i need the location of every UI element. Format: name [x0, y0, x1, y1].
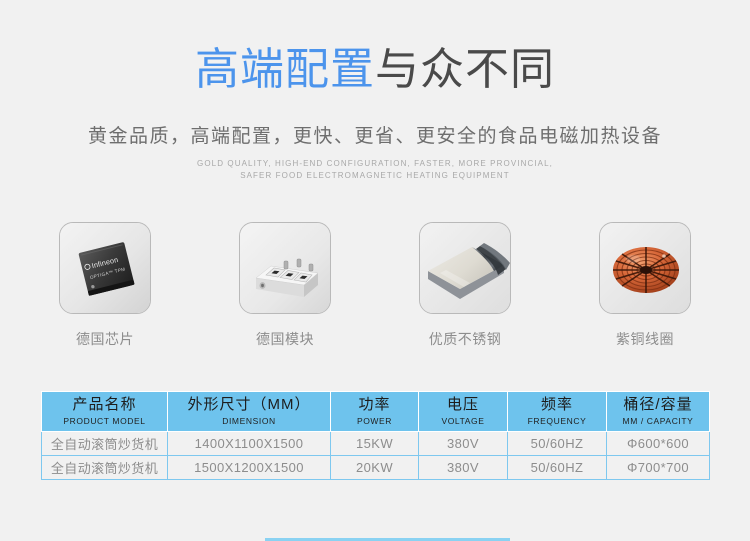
feature-label: 德国芯片: [76, 331, 134, 347]
column-header-product-model: 产品名称 PRODUCT MODEL: [41, 391, 168, 432]
table-header-row: 产品名称 PRODUCT MODEL 外形尺寸（MM） DIMENSION 功率…: [41, 391, 710, 432]
cell-capacity: Φ700*700: [606, 454, 710, 480]
column-header-cn: 外形尺寸（MM）: [187, 396, 311, 413]
column-header-en: FREQUENCY: [527, 415, 587, 426]
column-header-power: 功率 POWER: [330, 391, 419, 432]
feature-label: 德国模块: [256, 331, 314, 347]
column-header-dimension: 外形尺寸（MM） DIMENSION: [167, 391, 331, 432]
column-header-en: MM / CAPACITY: [622, 415, 694, 426]
column-header-en: POWER: [356, 415, 393, 426]
feature-item-stainless-steel: 优质不锈钢: [419, 222, 511, 349]
column-header-cn: 频率: [540, 396, 573, 413]
page-title-dark: 与众不同: [375, 45, 555, 94]
cell-product: 全自动滚筒炒货机: [41, 430, 168, 456]
cell-power: 15KW: [330, 430, 419, 456]
column-header-cn: 功率: [358, 396, 391, 413]
column-header-voltage: 电压 VOLTAGE: [418, 391, 508, 432]
stainless-steel-sheet-icon: [419, 222, 511, 314]
feature-item-german-module: 德国模块: [239, 222, 331, 349]
spec-table-body: 全自动滚筒炒货机 1400X1100X1500 15KW 380V 50/60H…: [41, 430, 710, 480]
spec-table-container: 产品名称 PRODUCT MODEL 外形尺寸（MM） DIMENSION 功率…: [41, 391, 710, 480]
cell-dimension: 1400X1100X1500: [167, 430, 331, 456]
column-header-cn: 产品名称: [72, 396, 137, 413]
spec-table-head: 产品名称 PRODUCT MODEL 外形尺寸（MM） DIMENSION 功率…: [41, 391, 710, 432]
cell-dimension: 1500X1200X1500: [167, 454, 331, 480]
column-header-en: PRODUCT MODEL: [63, 415, 146, 426]
cell-product: 全自动滚筒炒货机: [41, 454, 168, 480]
column-header-en: DIMENSION: [222, 415, 276, 426]
feature-list: Infineon OPTIGA™ TPM 德国芯片 德国模块 优质不锈钢 紫铜线…: [0, 222, 750, 349]
subtitle-chinese: 黄金品质，高端配置，更快、更省、更安全的食品电磁加热设备: [87, 126, 662, 147]
feature-item-copper-coil: 紫铜线圈: [599, 222, 691, 349]
table-row: 全自动滚筒炒货机 1400X1100X1500 15KW 380V 50/60H…: [41, 430, 710, 456]
igbt-power-module-icon: [239, 222, 331, 314]
promo-page: 高端配置与众不同 黄金品质，高端配置，更快、更省、更安全的食品电磁加热设备 GO…: [0, 0, 750, 541]
table-row: 全自动滚筒炒货机 1500X1200X1500 20KW 380V 50/60H…: [41, 454, 710, 480]
cell-voltage: 380V: [418, 430, 508, 456]
column-header-en: VOLTAGE: [441, 415, 485, 426]
spec-table: 产品名称 PRODUCT MODEL 外形尺寸（MM） DIMENSION 功率…: [41, 391, 710, 480]
cell-frequency: 50/60HZ: [507, 454, 607, 480]
page-title-blue: 高端配置: [195, 45, 375, 94]
column-header-cn: 桶径/容量: [623, 396, 693, 413]
feature-item-german-chip: Infineon OPTIGA™ TPM 德国芯片: [59, 222, 151, 349]
cell-voltage: 380V: [418, 454, 508, 480]
cell-power: 20KW: [330, 454, 419, 480]
column-header-cn: 电压: [446, 396, 479, 413]
feature-label: 紫铜线圈: [616, 331, 674, 347]
subtitle-english-line-1: GOLD QUALITY, HIGH-END CONFIGURATION, FA…: [197, 159, 553, 168]
subtitle-english: GOLD QUALITY, HIGH-END CONFIGURATION, FA…: [0, 158, 750, 181]
column-header-capacity: 桶径/容量 MM / CAPACITY: [606, 391, 710, 432]
subtitle-english-line-2: SAFER FOOD ELECTROMAGNETIC HEATING EQUIP…: [240, 170, 510, 180]
copper-coil-icon: [599, 222, 691, 314]
feature-label: 优质不锈钢: [428, 331, 502, 347]
column-header-frequency: 频率 FREQUENCY: [507, 391, 607, 432]
page-title: 高端配置与众不同: [0, 0, 750, 92]
cell-frequency: 50/60HZ: [507, 430, 607, 456]
cell-capacity: Φ600*600: [606, 430, 710, 456]
infineon-chip-icon: Infineon OPTIGA™ TPM: [59, 222, 151, 314]
